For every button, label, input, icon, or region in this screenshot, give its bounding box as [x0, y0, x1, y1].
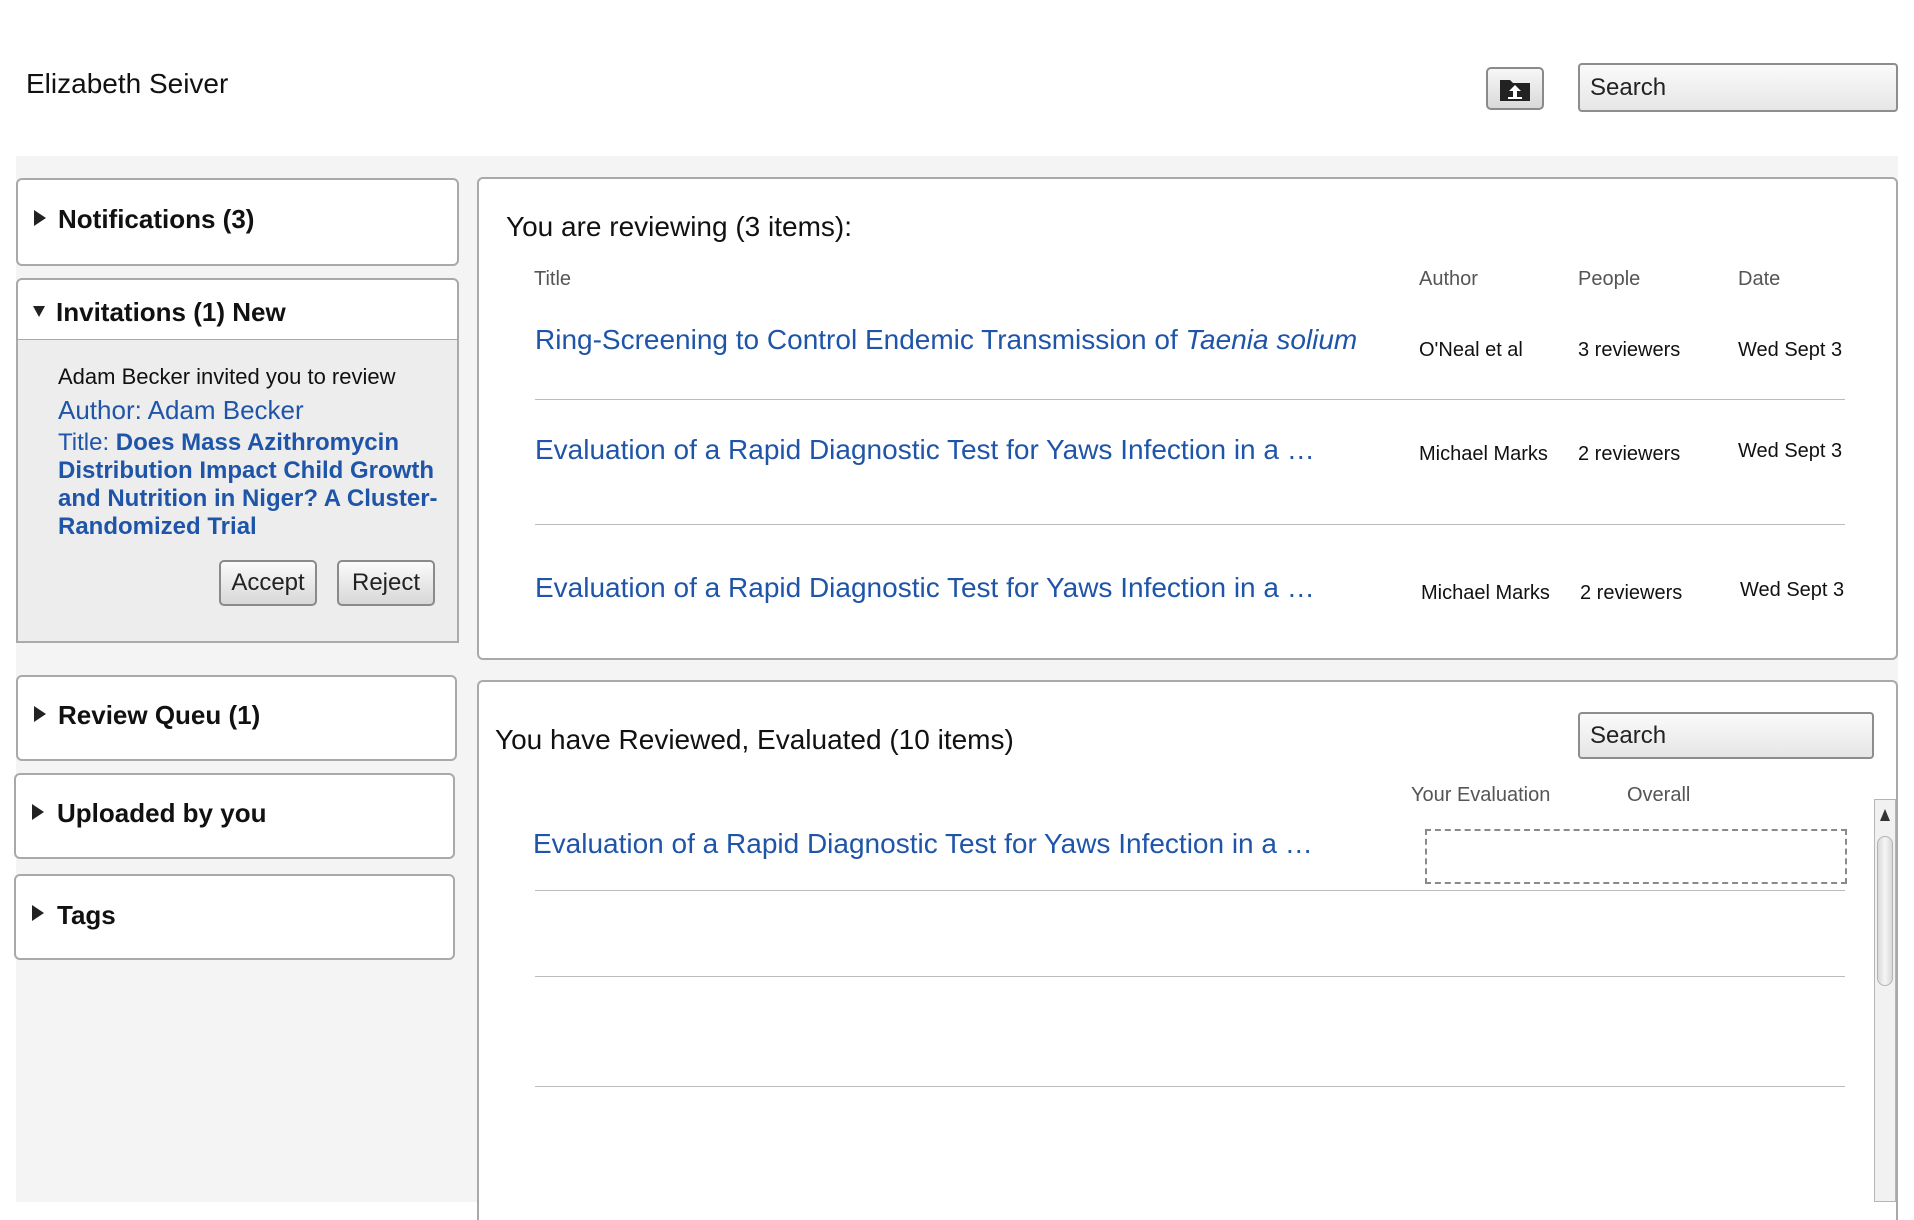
reviewed-panel: You have Reviewed, Evaluated (10 items) … — [477, 680, 1898, 1220]
reviewing-heading: You are reviewing (3 items): — [506, 211, 853, 242]
invitations-panel-header[interactable]: Invitations (1) New — [16, 278, 459, 340]
reviewing-item-people[interactable]: 2 reviewers — [1578, 443, 1680, 466]
upload-button[interactable] — [1486, 67, 1544, 110]
accept-button[interactable]: Accept — [219, 560, 317, 606]
reviewed-heading: You have Reviewed, Evaluated (10 items) — [495, 724, 1014, 755]
column-header-people: People — [1578, 268, 1641, 290]
reviewed-item-title-link[interactable]: Evaluation of a Rapid Diagnostic Test fo… — [533, 828, 1313, 860]
row-divider — [535, 890, 1845, 891]
reviewing-item-title-italic: Taenia solium — [1185, 324, 1358, 355]
reviewing-item-author: O'Neal et al — [1419, 339, 1523, 361]
invitation-author-link[interactable]: Author: Adam Becker — [58, 395, 304, 426]
reviewing-item-title-link[interactable]: Evaluation of a Rapid Diagnostic Test fo… — [535, 572, 1315, 604]
expand-arrow-icon — [34, 706, 46, 722]
expand-arrow-icon — [32, 905, 44, 921]
invitation-card: Adam Becker invited you to review Author… — [16, 340, 459, 643]
user-name: Elizabeth Seiver — [26, 68, 229, 99]
expand-arrow-icon — [34, 210, 46, 226]
reviewed-search-input[interactable] — [1578, 712, 1874, 759]
search-input[interactable] — [1578, 63, 1898, 112]
reviewing-item-people[interactable]: 2 reviewers — [1580, 582, 1682, 605]
uploaded-by-you-panel[interactable]: Uploaded by you — [14, 773, 455, 859]
review-queue-panel[interactable]: Review Queu (1) — [16, 675, 457, 761]
reviewing-item-title: Ring-Screening to Control Endemic Transm… — [535, 324, 1186, 355]
invitations-label: Invitations (1) New — [56, 297, 286, 327]
collapse-arrow-icon — [33, 306, 45, 317]
row-divider — [535, 524, 1845, 525]
column-header-date: Date — [1738, 268, 1781, 290]
column-header-overall: Overall — [1627, 784, 1691, 806]
tags-panel[interactable]: Tags — [14, 874, 455, 960]
column-header-your-evaluation: Your Evaluation — [1411, 784, 1551, 806]
column-header-author: Author — [1419, 268, 1478, 290]
invitation-title-link[interactable]: Title: Does Mass Azithromycin Distributi… — [58, 429, 438, 541]
column-header-title: Title — [534, 268, 572, 290]
invitation-title-line: and Nutrition in Niger? A Cluster- — [58, 485, 438, 512]
reviewing-item-people[interactable]: 3 reviewers — [1578, 339, 1680, 362]
reviewing-item-author: Michael Marks — [1419, 443, 1548, 465]
uploaded-by-you-label: Uploaded by you — [57, 798, 267, 828]
invitation-title-line: Does Mass Azithromycin — [115, 429, 399, 456]
invitation-title-line: Distribution Impact Child Growth — [58, 457, 434, 484]
tags-label: Tags — [57, 900, 116, 930]
scrollbar-thumb[interactable] — [1877, 836, 1893, 986]
row-divider — [535, 399, 1845, 400]
expand-arrow-icon — [32, 804, 44, 820]
folder-upload-icon — [1500, 79, 1530, 101]
reviewing-item-author: Michael Marks — [1421, 582, 1550, 604]
scroll-up-arrow-icon[interactable] — [1875, 800, 1895, 830]
review-queue-label: Review Queu (1) — [58, 700, 261, 730]
reviewing-panel: You are reviewing (3 items): Title Autho… — [477, 177, 1898, 660]
invitation-message: Adam Becker invited you to review — [58, 364, 396, 389]
reviewing-item-date: Wed Sept 3 — [1738, 339, 1843, 361]
notifications-panel[interactable]: Notifications (3) — [16, 178, 459, 266]
reviewed-scrollbar[interactable] — [1874, 799, 1896, 1202]
reject-button[interactable]: Reject — [337, 560, 435, 606]
reviewing-item-title-link[interactable]: Evaluation of a Rapid Diagnostic Test fo… — [535, 434, 1315, 466]
row-divider — [535, 976, 1845, 977]
invitation-title-prefix: Title: — [58, 429, 116, 456]
invitation-title-line: Randomized Trial — [58, 513, 257, 540]
reviewing-item-title-link[interactable]: Ring-Screening to Control Endemic Transm… — [535, 324, 1357, 356]
reviewing-item-date: Wed Sept 3 — [1740, 579, 1845, 601]
row-divider — [535, 1086, 1845, 1087]
notifications-label: Notifications (3) — [58, 204, 255, 234]
reviewing-item-date: Wed Sept 3 — [1738, 440, 1843, 462]
evaluation-drop-zone[interactable] — [1425, 829, 1847, 884]
